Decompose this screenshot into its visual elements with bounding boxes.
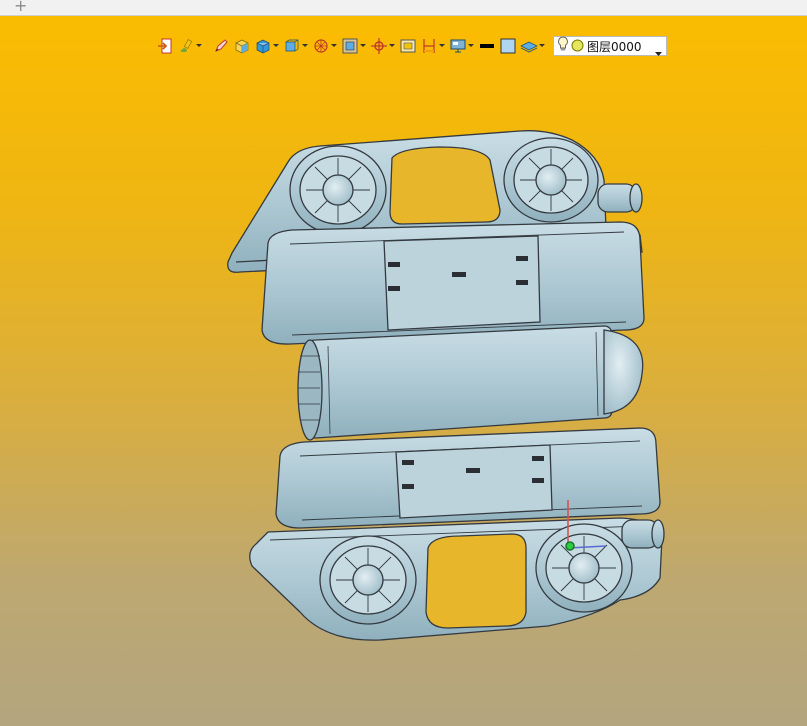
- 3d-viewport[interactable]: 图层0000: [0, 16, 807, 726]
- upper-fan-left: [289, 145, 387, 235]
- lower-fan-right: [535, 523, 633, 613]
- document-tab-bar: +: [0, 0, 807, 16]
- lower-fan-left: [319, 535, 417, 625]
- cad-model[interactable]: [0, 16, 807, 726]
- lower-tank: [275, 427, 661, 529]
- upper-tank: [261, 221, 645, 345]
- middle-cylinder: [297, 325, 644, 441]
- upper-fan-right: [503, 137, 599, 223]
- new-tab-button[interactable]: +: [14, 0, 27, 15]
- upper-thruster-cylinder: [597, 183, 643, 213]
- lower-thruster-cylinder: [621, 519, 665, 549]
- cad-application: + 图层0000: [0, 0, 807, 726]
